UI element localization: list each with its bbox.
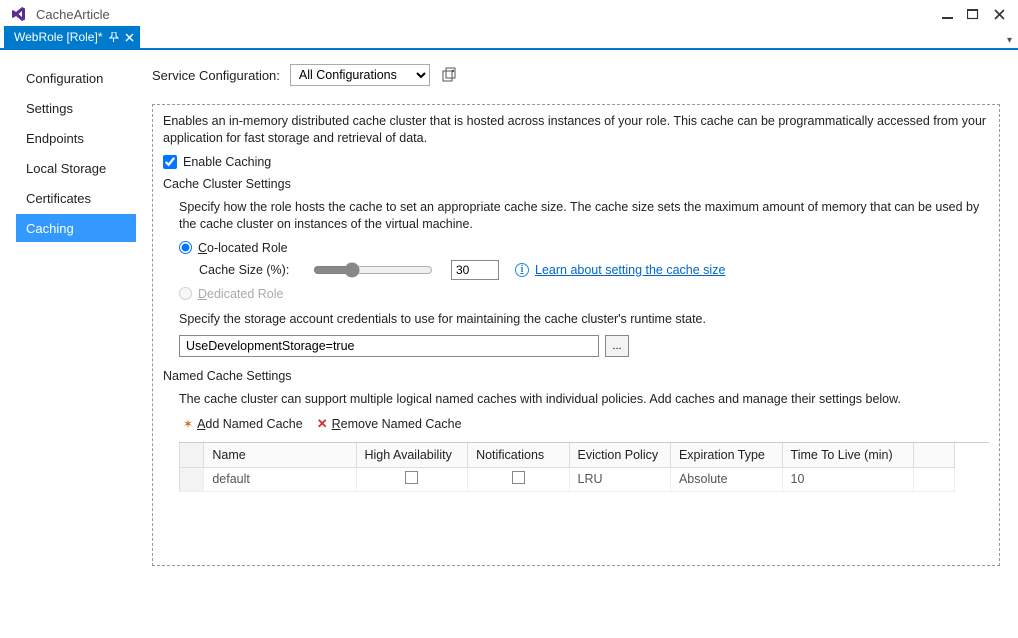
dedicated-radio <box>179 287 192 300</box>
tab-close-icon[interactable] <box>125 33 134 42</box>
enable-caching-row: Enable Caching <box>163 155 989 169</box>
colocated-label: Co-located Role <box>198 241 288 255</box>
col-name[interactable]: Name <box>204 443 356 467</box>
titlebar: CacheArticle <box>0 0 1018 28</box>
col-high-availability[interactable]: High Availability <box>356 443 468 467</box>
content: Service Configuration: All Configuration… <box>140 50 1018 638</box>
cell-expiration[interactable]: Absolute <box>670 467 782 491</box>
learn-cache-size-link[interactable]: i Learn about setting the cache size <box>515 263 725 277</box>
dedicated-label: Dedicated Role <box>198 287 283 301</box>
sidebar-item-certificates[interactable]: Certificates <box>16 184 136 212</box>
enable-caching-label: Enable Caching <box>183 155 271 169</box>
pin-icon[interactable] <box>109 32 119 42</box>
cell-high-availability[interactable] <box>356 467 468 491</box>
storage-description: Specify the storage account credentials … <box>179 311 989 328</box>
cluster-settings-header: Cache Cluster Settings <box>163 177 989 191</box>
service-configuration-label: Service Configuration: <box>152 68 280 83</box>
cluster-description: Specify how the role hosts the cache to … <box>179 199 989 233</box>
named-cache-table: Name High Availability Notifications Evi… <box>179 442 989 492</box>
add-icon: ✶ <box>183 417 193 431</box>
sidebar: Configuration Settings Endpoints Local S… <box>0 50 140 638</box>
main-area: Configuration Settings Endpoints Local S… <box>0 50 1018 638</box>
table-row[interactable]: default LRU Absolute 10 <box>180 467 955 491</box>
close-button[interactable] <box>986 3 1012 25</box>
cell-notifications[interactable] <box>468 467 569 491</box>
sidebar-item-caching[interactable]: Caching <box>16 214 136 242</box>
notif-checkbox[interactable] <box>512 471 525 484</box>
tab-label: WebRole [Role]* <box>14 30 103 44</box>
remove-icon: ✕ <box>317 416 328 432</box>
storage-account-row: ... <box>179 335 989 357</box>
table-header-row: Name High Availability Notifications Evi… <box>180 443 955 467</box>
cache-size-label: Cache Size (%): <box>199 263 295 277</box>
cache-size-row: Cache Size (%): i Learn about setting th… <box>199 259 989 281</box>
colocated-role-row: Co-located Role <box>179 241 989 255</box>
named-cache-actions: ✶ Add Named Cache ✕ Remove Named Cache <box>183 416 989 432</box>
vs-logo-icon <box>10 5 28 23</box>
named-cache-description: The cache cluster can support multiple l… <box>179 391 989 408</box>
cell-eviction[interactable]: LRU <box>569 467 670 491</box>
maximize-button[interactable] <box>960 3 986 25</box>
minimize-button[interactable] <box>934 3 960 25</box>
add-named-cache-button[interactable]: ✶ Add Named Cache <box>183 417 303 431</box>
ha-checkbox[interactable] <box>405 471 418 484</box>
tab-webrole[interactable]: WebRole [Role]* <box>4 26 140 48</box>
sidebar-item-endpoints[interactable]: Endpoints <box>16 124 136 152</box>
remove-named-cache-button[interactable]: ✕ Remove Named Cache <box>317 416 462 432</box>
col-eviction-policy[interactable]: Eviction Policy <box>569 443 670 467</box>
col-expiration-type[interactable]: Expiration Type <box>670 443 782 467</box>
colocated-radio[interactable] <box>179 241 192 254</box>
sidebar-item-local-storage[interactable]: Local Storage <box>16 154 136 182</box>
row-header-blank <box>180 443 204 467</box>
col-ttl[interactable]: Time To Live (min) <box>782 443 914 467</box>
sidebar-item-settings[interactable]: Settings <box>16 94 136 122</box>
caching-panel: Enables an in-memory distributed cache c… <box>152 104 1000 566</box>
dedicated-role-row: Dedicated Role <box>179 287 989 301</box>
service-configuration-select[interactable]: All Configurations <box>290 64 430 86</box>
cell-name[interactable]: default <box>204 467 356 491</box>
window-title: CacheArticle <box>36 7 110 22</box>
enable-caching-checkbox[interactable] <box>163 155 177 169</box>
panel-description: Enables an in-memory distributed cache c… <box>163 113 989 147</box>
storage-browse-button[interactable]: ... <box>605 335 629 357</box>
document-tabbar: WebRole [Role]* ▾ <box>0 28 1018 50</box>
col-notifications[interactable]: Notifications <box>468 443 569 467</box>
cache-size-input[interactable] <box>451 260 499 280</box>
named-cache-header: Named Cache Settings <box>163 369 989 383</box>
manage-configurations-icon[interactable] <box>440 66 458 84</box>
tab-overflow-icon[interactable]: ▾ <box>1007 35 1012 46</box>
cell-ttl[interactable]: 10 <box>782 467 914 491</box>
col-blank <box>914 443 955 467</box>
cache-size-slider[interactable] <box>313 261 433 279</box>
service-configuration-row: Service Configuration: All Configuration… <box>152 64 1000 86</box>
cell-blank <box>914 467 955 491</box>
info-icon: i <box>515 263 529 277</box>
sidebar-item-configuration[interactable]: Configuration <box>16 64 136 92</box>
storage-account-input[interactable] <box>179 335 599 357</box>
row-selector[interactable] <box>180 467 204 491</box>
